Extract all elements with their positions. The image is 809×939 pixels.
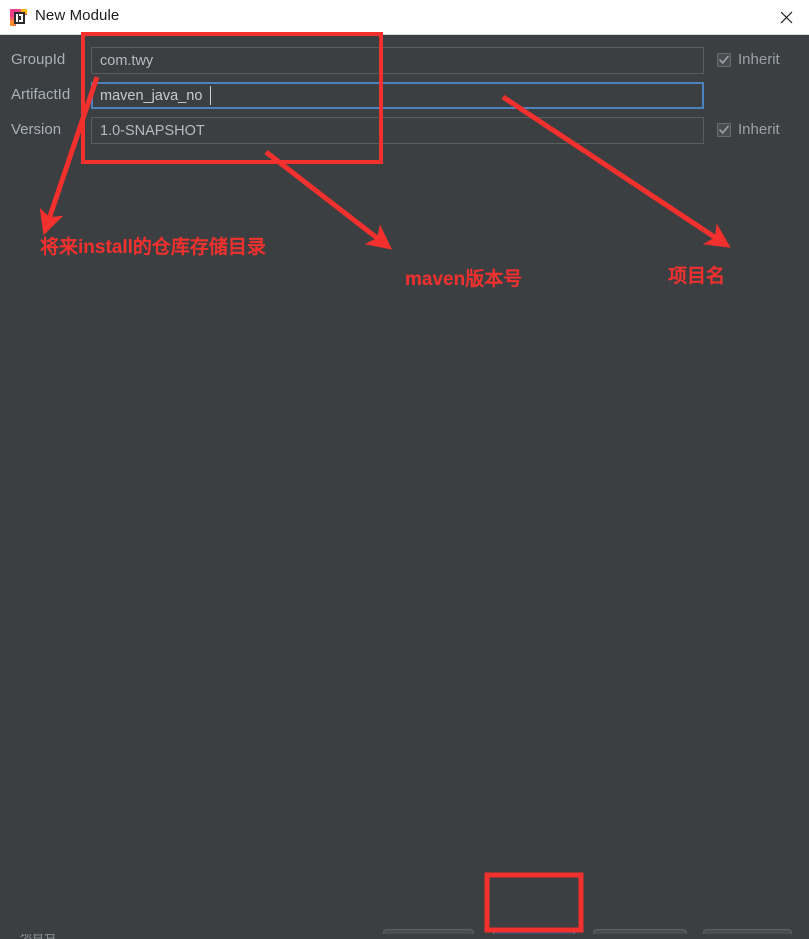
checkbox-checked-icon [717,122,731,137]
text-cursor [210,86,211,105]
dialog-button-bar: Previous Next Cancel Help [0,893,809,939]
groupid-label: GroupId [11,51,66,68]
checkbox-checked-icon [717,52,731,67]
annotation-note-3: 项目名 [668,266,726,287]
annotation-note-1: 将来install的仓库存储目录 [40,237,266,258]
form-row-version: Version Inherit [0,117,809,145]
clipped-text: 项目名 [20,934,56,939]
form-row-groupid: GroupId Inherit [0,47,809,75]
new-module-dialog: New Module GroupId Inherit [0,0,809,939]
artifactid-input[interactable] [91,82,704,109]
version-label: Version [11,121,62,138]
groupid-input[interactable] [91,47,704,74]
close-icon[interactable] [763,0,809,34]
clipped-bottom-content: 项目名 [0,934,809,939]
form-row-artifactid: ArtifactId [0,82,809,110]
module-coordinates-form: GroupId Inherit ArtifactId [0,35,809,165]
groupid-inherit-checkbox[interactable]: Inherit [717,51,780,68]
window-title: New Module [35,7,120,24]
dialog-content: GroupId Inherit ArtifactId [0,35,809,939]
artifactid-label: ArtifactId [11,86,71,103]
version-input[interactable] [91,117,704,144]
version-inherit-label: Inherit [738,121,780,138]
intellij-idea-icon [10,9,27,26]
version-inherit-checkbox[interactable]: Inherit [717,121,780,138]
annotation-note-2: maven版本号 [405,269,523,290]
groupid-inherit-label: Inherit [738,51,780,68]
window-titlebar: New Module [0,0,809,35]
